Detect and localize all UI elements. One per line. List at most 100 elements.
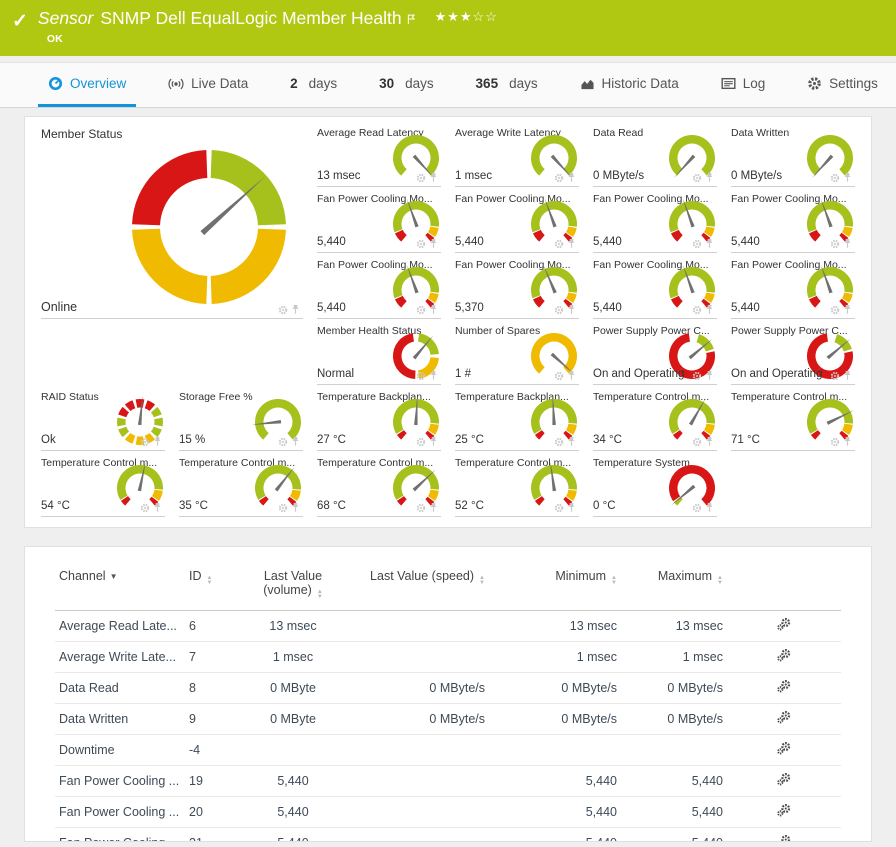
- gauge-cell-actions: [830, 172, 852, 183]
- gear-icon[interactable]: [278, 305, 288, 315]
- sort-icon: ▲▼: [717, 576, 723, 586]
- pin-icon[interactable]: [291, 304, 300, 315]
- pin-icon[interactable]: [291, 502, 300, 513]
- gauge-value: 5,440: [593, 302, 622, 314]
- pin-icon[interactable]: [843, 436, 852, 447]
- gear-icon[interactable]: [278, 437, 288, 447]
- gear-icon[interactable]: [692, 437, 702, 447]
- pin-icon[interactable]: [567, 436, 576, 447]
- gauge-cell-temperature-backplan: Temperature Backplan...27 °C: [317, 385, 441, 451]
- pin-icon[interactable]: [153, 502, 162, 513]
- gear-icon[interactable]: [416, 239, 426, 249]
- channel-settings-icon[interactable]: [777, 620, 791, 634]
- column-header-last-value-speed[interactable]: Last Value (speed)▲▼: [343, 557, 489, 611]
- tab-30-days[interactable]: 30days: [369, 63, 444, 107]
- gauge-value: On and Operating: [731, 368, 822, 380]
- gear-icon[interactable]: [692, 173, 702, 183]
- column-header-maximum[interactable]: Maximum▲▼: [621, 557, 727, 611]
- gear-icon[interactable]: [692, 503, 702, 513]
- channel-settings-icon[interactable]: [777, 713, 791, 727]
- gauge-cell-number-of-spares: Number of Spares1 #: [455, 319, 579, 385]
- pin-icon[interactable]: [291, 436, 300, 447]
- pin-icon[interactable]: [705, 370, 714, 381]
- channel-settings-icon[interactable]: [777, 837, 791, 842]
- gauge-cell-actions: [692, 436, 714, 447]
- pin-icon[interactable]: [705, 238, 714, 249]
- channel-settings-icon[interactable]: [777, 775, 791, 789]
- gear-icon[interactable]: [830, 305, 840, 315]
- gauge-value: 34 °C: [593, 434, 622, 446]
- gear-icon[interactable]: [416, 305, 426, 315]
- gear-icon[interactable]: [554, 503, 564, 513]
- pin-icon[interactable]: [567, 502, 576, 513]
- gear-icon[interactable]: [830, 173, 840, 183]
- gear-icon[interactable]: [416, 371, 426, 381]
- pin-icon[interactable]: [567, 304, 576, 315]
- channel-settings-icon[interactable]: [777, 651, 791, 665]
- channel-settings-icon[interactable]: [777, 682, 791, 696]
- pin-icon[interactable]: [429, 172, 438, 183]
- pin-icon[interactable]: [843, 238, 852, 249]
- channel-settings-icon[interactable]: [777, 744, 791, 758]
- value-cell: 1 msec: [489, 642, 621, 673]
- tab-label: Live Data: [191, 76, 248, 91]
- pin-icon[interactable]: [567, 370, 576, 381]
- gear-icon[interactable]: [278, 503, 288, 513]
- gauge-cell-actions: [278, 304, 300, 315]
- grid-spacer: [41, 319, 303, 385]
- channel-settings-icon[interactable]: [777, 806, 791, 820]
- gear-icon[interactable]: [830, 371, 840, 381]
- gear-icon[interactable]: [416, 437, 426, 447]
- tab-log[interactable]: Log: [711, 63, 776, 107]
- gear-icon[interactable]: [554, 305, 564, 315]
- value-cell: 0 MByte: [243, 704, 343, 735]
- channel-table-panel: Channel▼ID▲▼Last Value (volume)▲▼Last Va…: [24, 546, 872, 842]
- gear-icon[interactable]: [140, 503, 150, 513]
- tab-settings[interactable]: Settings: [797, 63, 888, 107]
- pin-icon[interactable]: [705, 436, 714, 447]
- pin-icon[interactable]: [429, 304, 438, 315]
- pin-icon[interactable]: [705, 502, 714, 513]
- pin-icon[interactable]: [843, 172, 852, 183]
- gear-icon[interactable]: [416, 173, 426, 183]
- gear-icon[interactable]: [830, 239, 840, 249]
- tab-live-data[interactable]: Live Data: [158, 63, 258, 107]
- column-header-id[interactable]: ID▲▼: [185, 557, 243, 611]
- pin-icon[interactable]: [153, 436, 162, 447]
- gear-icon[interactable]: [416, 503, 426, 513]
- pin-icon[interactable]: [705, 172, 714, 183]
- channel-name-cell: Data Written: [55, 704, 185, 735]
- tab-365-days[interactable]: 365days: [466, 63, 548, 107]
- pin-icon[interactable]: [567, 172, 576, 183]
- gear-icon[interactable]: [692, 371, 702, 381]
- pin-icon[interactable]: [705, 304, 714, 315]
- column-header-last-value-volume[interactable]: Last Value (volume)▲▼: [243, 557, 343, 611]
- gear-icon[interactable]: [554, 239, 564, 249]
- pin-icon[interactable]: [429, 436, 438, 447]
- value-cell: 13 msec: [243, 611, 343, 642]
- gear-icon[interactable]: [692, 305, 702, 315]
- channel-table: Channel▼ID▲▼Last Value (volume)▲▼Last Va…: [55, 557, 841, 842]
- pin-icon[interactable]: [843, 370, 852, 381]
- gear-icon[interactable]: [830, 437, 840, 447]
- pin-icon[interactable]: [843, 304, 852, 315]
- tab-historic-data[interactable]: Historic Data: [570, 63, 689, 107]
- pin-icon[interactable]: [429, 238, 438, 249]
- gauge-cell-member-health-status: Member Health StatusNormal: [317, 319, 441, 385]
- table-row-downtime--4: Downtime-4: [55, 735, 841, 766]
- gear-icon[interactable]: [140, 437, 150, 447]
- gear-icon[interactable]: [554, 371, 564, 381]
- tab-overview[interactable]: Overview: [38, 63, 136, 107]
- column-header-channel[interactable]: Channel▼: [55, 557, 185, 611]
- priority-stars[interactable]: ★★★☆☆: [435, 9, 498, 25]
- column-header-minimum[interactable]: Minimum▲▼: [489, 557, 621, 611]
- pin-icon[interactable]: [429, 502, 438, 513]
- pin-icon[interactable]: [429, 370, 438, 381]
- gear-icon[interactable]: [554, 173, 564, 183]
- value-cell: 19: [185, 766, 243, 797]
- column-label: Channel: [59, 569, 106, 583]
- gear-icon[interactable]: [692, 239, 702, 249]
- pin-icon[interactable]: [567, 238, 576, 249]
- gear-icon[interactable]: [554, 437, 564, 447]
- tab-2-days[interactable]: 2days: [280, 63, 347, 107]
